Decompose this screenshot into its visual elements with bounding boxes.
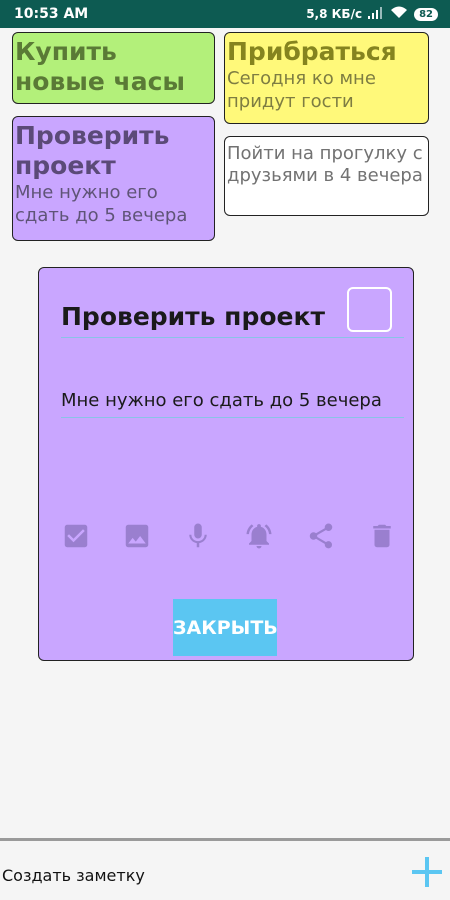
signal-icon (368, 6, 384, 22)
bell-icon[interactable] (244, 521, 274, 551)
note-title: Прибраться (227, 37, 397, 66)
title-underline (61, 337, 404, 338)
note-title: Проверить проект (15, 121, 170, 180)
text-underline (61, 417, 404, 418)
checkbox-icon[interactable] (61, 521, 91, 551)
network-speed: 5,8 КБ/с (306, 7, 363, 21)
note-card-watch[interactable]: Купить новые часы (12, 32, 215, 104)
share-icon[interactable] (306, 521, 336, 551)
status-bar: 10:53 AM 5,8 КБ/с 82 (0, 0, 450, 28)
note-card-cleanup[interactable]: Прибраться Сегодня ко мне придут гости (224, 32, 429, 124)
note-body: Мне нужно его сдать до 5 вечера (15, 182, 188, 226)
status-indicators: 5,8 КБ/с 82 (306, 6, 438, 22)
close-button[interactable]: ЗАКРЫТЬ (173, 599, 278, 656)
create-note-label[interactable]: Создать заметку (2, 866, 145, 885)
edit-note-dialog: Проверить проект Мне нужно его сдать до … (38, 267, 414, 661)
note-card-walk[interactable]: Пойти на прогулку с друзьями в 4 вечера (224, 136, 429, 216)
note-body: Пойти на прогулку с друзьями в 4 вечера (227, 143, 423, 186)
dialog-title-field[interactable]: Проверить проект (61, 302, 349, 331)
microphone-icon[interactable] (183, 521, 213, 551)
note-body: Сегодня ко мне придут гости (227, 68, 376, 112)
plus-icon[interactable] (410, 855, 444, 889)
note-title: Купить новые часы (15, 37, 185, 96)
note-card-project[interactable]: Проверить проект Мне нужно его сдать до … (12, 116, 215, 241)
image-icon[interactable] (122, 521, 152, 551)
done-checkbox[interactable] (347, 287, 392, 332)
dialog-toolbar (61, 521, 401, 551)
battery-badge: 82 (414, 7, 438, 21)
wifi-icon (390, 6, 408, 22)
bottom-bar: Создать заметку (0, 838, 450, 900)
dialog-text-field[interactable]: Мне нужно его сдать до 5 вечера (61, 390, 406, 411)
status-time: 10:53 AM (14, 6, 89, 22)
delete-icon[interactable] (367, 521, 397, 551)
